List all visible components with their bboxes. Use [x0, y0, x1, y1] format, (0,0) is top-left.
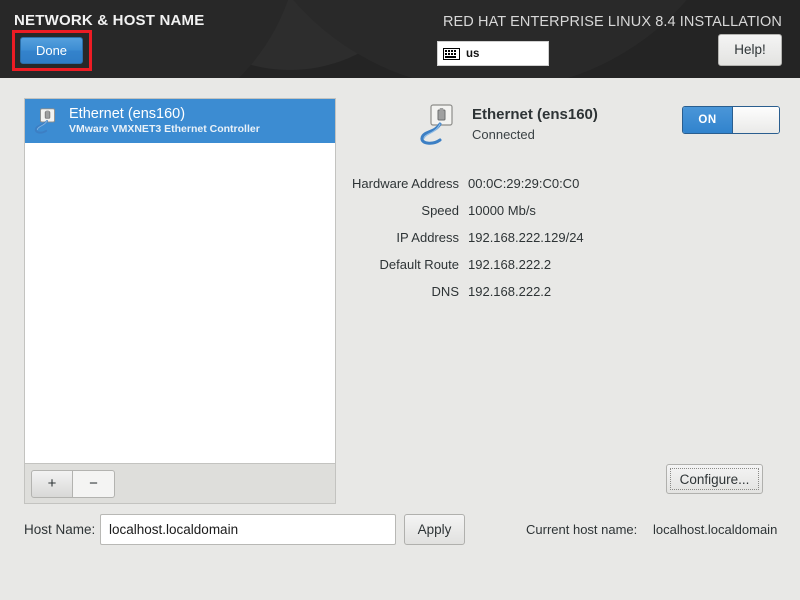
toggle-knob — [732, 107, 779, 133]
help-button[interactable]: Help! — [718, 34, 782, 66]
apply-button[interactable]: Apply — [404, 514, 465, 545]
device-detail-panel: Ethernet (ens160) Connected ON Hardware … — [346, 98, 790, 504]
device-detail-text: Ethernet (ens160) Connected — [472, 102, 598, 144]
configure-button[interactable]: Configure... — [666, 464, 763, 494]
property-row: Default Route 192.168.222.2 — [346, 251, 790, 278]
property-value: 00:0C:29:29:C0:C0 — [468, 176, 580, 191]
current-hostname-label: Current host name: — [526, 522, 638, 537]
device-properties: Hardware Address 00:0C:29:29:C0:C0 Speed… — [346, 170, 790, 305]
keyboard-layout-label: us — [466, 47, 480, 60]
keyboard-icon — [443, 47, 460, 60]
main-content: Ethernet (ens160) VMware VMXNET3 Etherne… — [0, 78, 800, 600]
hostname-label: Host Name: — [24, 522, 96, 537]
current-hostname-value: localhost.localdomain — [653, 522, 778, 537]
property-label: IP Address — [396, 230, 459, 245]
property-row: Hardware Address 00:0C:29:29:C0:C0 — [346, 170, 790, 197]
configure-button-label: Configure... — [679, 471, 750, 487]
ethernet-icon — [420, 104, 453, 145]
connection-status: Connected — [472, 127, 535, 142]
device-description: VMware VMXNET3 Ethernet Controller — [69, 123, 260, 135]
toggle-on-label: ON — [683, 107, 732, 133]
installation-title: RED HAT ENTERPRISE LINUX 8.4 INSTALLATIO… — [442, 14, 782, 30]
device-list-toolbar: + − — [24, 464, 336, 504]
property-label: Default Route — [379, 257, 460, 272]
installer-header: NETWORK & HOST NAME RED HAT ENTERPRISE L… — [0, 0, 800, 78]
property-label: Speed — [421, 203, 459, 218]
property-label: DNS — [431, 284, 459, 299]
remove-device-button[interactable]: − — [73, 469, 115, 498]
page-title: NETWORK & HOST NAME — [14, 12, 205, 29]
device-on-off-toggle[interactable]: ON — [682, 106, 780, 134]
hostname-bar: Host Name: Apply Current host name: loca… — [0, 511, 800, 551]
device-name: Ethernet (ens160) — [69, 106, 186, 122]
hostname-input[interactable] — [100, 514, 396, 545]
list-item-text: Ethernet (ens160) VMware VMXNET3 Etherne… — [69, 106, 260, 136]
property-row: DNS 192.168.222.2 — [346, 278, 790, 305]
keyboard-layout-indicator[interactable]: us — [437, 41, 549, 66]
device-detail-header: Ethernet (ens160) Connected — [418, 102, 598, 148]
list-item[interactable]: Ethernet (ens160) VMware VMXNET3 Etherne… — [25, 99, 335, 143]
network-device-list[interactable]: Ethernet (ens160) VMware VMXNET3 Etherne… — [24, 98, 336, 464]
property-label: Hardware Address — [352, 176, 459, 191]
ethernet-icon — [34, 108, 56, 134]
property-row: Speed 10000 Mb/s — [346, 197, 790, 224]
property-value: 192.168.222.2 — [468, 284, 552, 299]
device-detail-title: Ethernet (ens160) — [472, 106, 598, 123]
property-value: 192.168.222.2 — [468, 257, 552, 272]
property-value: 10000 Mb/s — [468, 203, 536, 218]
done-button[interactable]: Done — [20, 37, 83, 64]
property-value: 192.168.222.129/24 — [468, 230, 584, 245]
property-row: IP Address 192.168.222.129/24 — [346, 224, 790, 251]
add-device-button[interactable]: + — [31, 469, 73, 498]
